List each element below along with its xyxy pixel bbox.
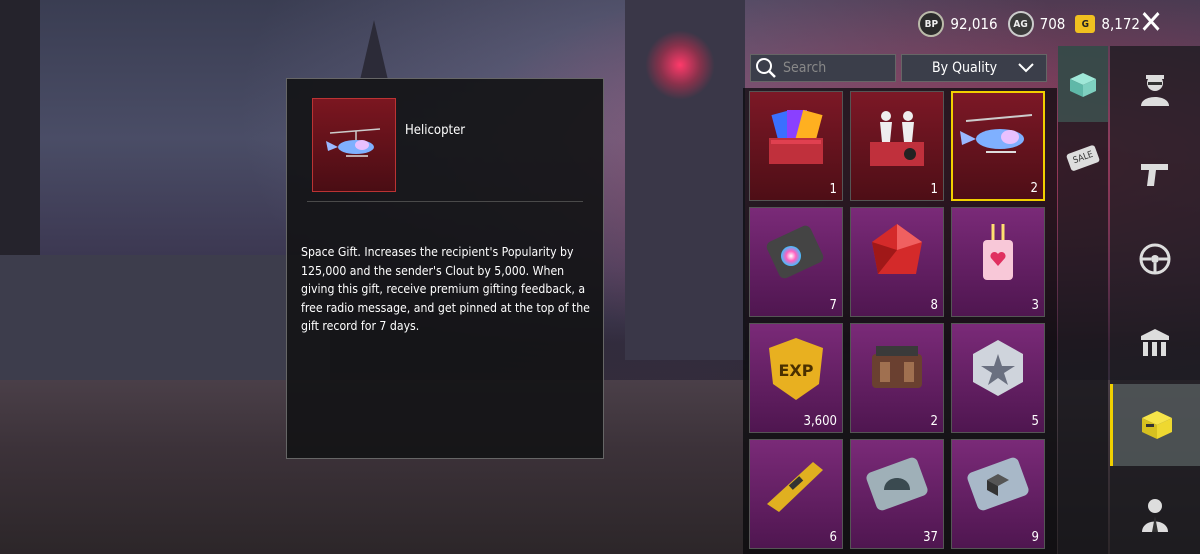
emote-crate-icon	[851, 92, 943, 182]
item-quantity: 8	[930, 298, 938, 313]
ag-value: 708	[1039, 15, 1066, 33]
color-chip-icon	[750, 208, 842, 298]
inventory-item-exp-badge[interactable]: EXP 3,600	[749, 323, 843, 433]
helicopter-icon	[326, 128, 381, 157]
item-name: Helicopter	[405, 123, 466, 138]
sidebar-item-inventory[interactable]	[1110, 384, 1200, 466]
sidebar-item-vehicle[interactable]	[1110, 224, 1200, 294]
inventory-item-helmet-ticket[interactable]: 37	[850, 439, 944, 549]
sidebar-subcolumn: SALE	[1058, 46, 1108, 554]
inventory-item-cube-ticket[interactable]: 9	[951, 439, 1045, 549]
search-box[interactable]	[750, 54, 896, 82]
item-thumbnail	[312, 98, 396, 192]
sidebar-item-weapon[interactable]	[1110, 138, 1200, 208]
inventory-item-color-chip[interactable]: 7	[749, 207, 843, 317]
inventory-item-engine[interactable]: 2	[850, 323, 944, 433]
sidebar-item-outfit[interactable]	[1110, 480, 1200, 550]
silver-star-icon	[952, 324, 1044, 414]
red-crystal-icon	[851, 208, 943, 298]
item-quantity: 1	[829, 182, 837, 197]
search-icon	[756, 58, 776, 78]
shelter-icon	[1141, 329, 1169, 356]
gold-gun-part-icon	[750, 440, 842, 530]
currency-bar: BP 92,016 AG 708 G 8,172	[918, 10, 1140, 38]
sidebar-item-shelter[interactable]	[1110, 308, 1200, 378]
svg-text:EXP: EXP	[779, 361, 814, 380]
inventory-item-heart-cup[interactable]: 3	[951, 207, 1045, 317]
category-sidebar: SALE	[1058, 46, 1200, 554]
inventory-grid-panel: 1 1 2 7 8 3 EXP 3,600 2 5 6 37 9	[743, 88, 1057, 554]
ag-coin-icon: AG	[1007, 11, 1034, 37]
bp-currency: BP 92,016	[918, 11, 998, 37]
heart-cup-icon	[952, 208, 1044, 298]
bp-value: 92,016	[950, 15, 998, 33]
sidebar-item-box[interactable]	[1058, 46, 1108, 122]
helicopter-icon	[953, 93, 1043, 181]
engine-icon	[851, 324, 943, 414]
item-quantity: 7	[829, 298, 837, 313]
ag-currency: AG 708	[1007, 11, 1066, 37]
item-quantity: 3	[1031, 298, 1039, 313]
bp-coin-icon: BP	[918, 11, 945, 37]
item-description: Space Gift. Increases the recipient's Po…	[301, 245, 590, 333]
pistol-icon	[1141, 164, 1168, 186]
search-input[interactable]	[781, 59, 895, 77]
item-quantity: 5	[1031, 414, 1039, 429]
item-quantity: 37	[923, 530, 938, 545]
cube-ticket-icon	[952, 440, 1044, 530]
inventory-box-icon	[1141, 411, 1172, 439]
inventory-grid: 1 1 2 7 8 3 EXP 3,600 2 5 6 37 9	[749, 91, 1045, 549]
exp-badge-icon: EXP	[750, 324, 842, 414]
item-quantity: 2	[930, 414, 938, 429]
item-detail-panel: Helicopter Space Gift. Increases the rec…	[286, 78, 604, 459]
sort-label: By Quality	[932, 60, 998, 76]
inventory-item-emote-crate[interactable]: 1	[850, 91, 944, 201]
divider	[307, 201, 583, 202]
inventory-item-helicopter[interactable]: 2	[951, 91, 1045, 201]
inventory-item-gold-gun-part[interactable]: 6	[749, 439, 843, 549]
sale-tag-icon: SALE	[1065, 144, 1101, 172]
g-value: 8,172	[1101, 15, 1140, 33]
chevron-down-icon	[1018, 63, 1034, 73]
steering-wheel-icon	[1139, 243, 1171, 275]
sidebar-item-sale[interactable]: SALE	[1058, 136, 1108, 180]
item-quantity: 2	[1030, 181, 1038, 196]
sidebar-main-column	[1110, 46, 1200, 554]
helmet-ticket-icon	[851, 440, 943, 530]
card-pack-icon	[750, 92, 842, 182]
item-quantity: 1	[930, 182, 938, 197]
item-quantity: 3,600	[803, 414, 837, 429]
inventory-item-card-pack[interactable]: 1	[749, 91, 843, 201]
sidebar-item-character[interactable]	[1110, 54, 1200, 124]
character-icon	[1141, 75, 1169, 106]
close-icon[interactable]: ✕	[1136, 6, 1166, 38]
crate-icon	[1070, 73, 1096, 97]
g-currency: G 8,172	[1075, 15, 1140, 33]
sort-dropdown[interactable]: By Quality	[901, 54, 1047, 82]
inventory-item-red-crystal[interactable]: 8	[850, 207, 944, 317]
inventory-item-silver-star[interactable]: 5	[951, 323, 1045, 433]
g-coin-icon: G	[1075, 15, 1096, 33]
outfit-icon	[1142, 499, 1168, 532]
item-quantity: 6	[829, 530, 837, 545]
item-quantity: 9	[1031, 530, 1039, 545]
